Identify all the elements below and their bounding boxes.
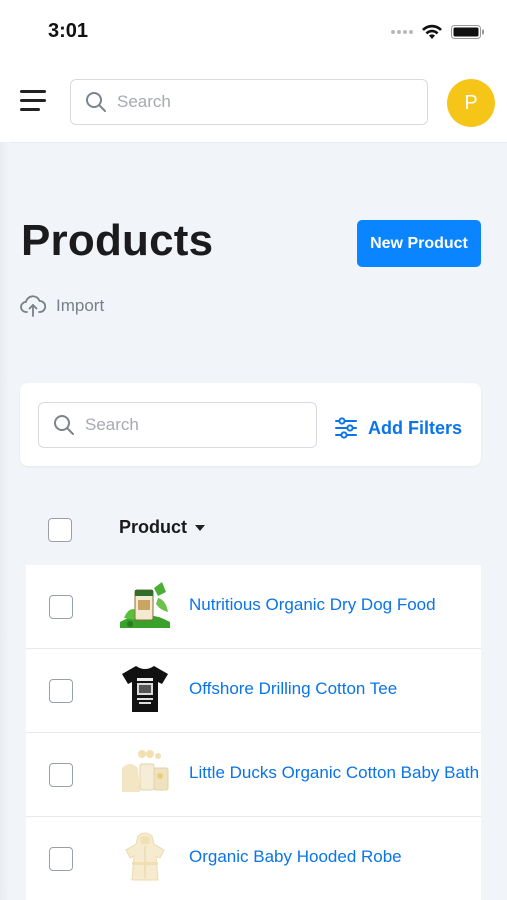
table-row[interactable]: Organic Baby Hooded Robe	[26, 817, 481, 900]
dog-food-icon	[120, 582, 170, 628]
app-header: P	[0, 62, 507, 142]
status-indicators	[391, 24, 485, 40]
product-column-label: Product	[119, 517, 188, 537]
row-checkbox[interactable]	[49, 763, 73, 787]
search-icon	[54, 415, 74, 435]
filter-card: Add Filters	[20, 383, 481, 466]
filter-sliders-icon	[335, 417, 357, 439]
product-list: Nutritious Organic Dry Dog Food Offshore…	[26, 565, 481, 900]
sort-caret-icon	[195, 524, 206, 531]
cloud-upload-icon	[20, 295, 46, 317]
row-checkbox[interactable]	[49, 679, 73, 703]
row-checkbox[interactable]	[49, 595, 73, 619]
table-header: Product	[20, 505, 481, 555]
product-link[interactable]: Organic Baby Hooded Robe	[189, 847, 402, 867]
search-icon	[86, 92, 106, 112]
product-search-input[interactable]	[85, 415, 305, 435]
import-label: Import	[56, 296, 105, 315]
import-link[interactable]: Import	[20, 292, 104, 320]
tshirt-icon	[122, 666, 168, 712]
global-search[interactable]	[70, 79, 428, 125]
product-link[interactable]: Nutritious Organic Dry Dog Food	[189, 595, 436, 615]
avatar[interactable]: P	[447, 79, 495, 127]
product-link[interactable]: Offshore Drilling Cotton Tee	[189, 679, 397, 699]
menu-icon[interactable]	[20, 90, 48, 112]
table-row[interactable]: Nutritious Organic Dry Dog Food	[26, 565, 481, 649]
product-link[interactable]: Little Ducks Organic Cotton Baby Bath Se…	[189, 763, 481, 783]
table-row[interactable]: Offshore Drilling Cotton Tee	[26, 649, 481, 733]
new-product-button[interactable]: New Product	[357, 220, 481, 267]
table-row[interactable]: Little Ducks Organic Cotton Baby Bath Se…	[26, 733, 481, 817]
avatar-initial: P	[464, 91, 478, 114]
status-time: 3:01	[48, 20, 89, 42]
page-title: Products	[21, 216, 214, 265]
row-checkbox[interactable]	[49, 847, 73, 871]
cellular-signal-icon	[391, 30, 413, 34]
baby-robe-icon	[125, 832, 165, 881]
drawer-edge	[0, 142, 10, 900]
baby-bath-set-icon	[122, 750, 169, 792]
add-filters-button[interactable]: Add Filters	[334, 415, 462, 441]
select-all-checkbox[interactable]	[48, 518, 72, 542]
global-search-input[interactable]	[117, 92, 397, 112]
product-column-header[interactable]: Product	[119, 517, 206, 538]
product-search[interactable]	[38, 402, 317, 448]
status-bar: 3:01	[0, 0, 507, 62]
battery-icon	[451, 25, 484, 39]
wifi-icon	[422, 24, 442, 39]
add-filters-label: Add Filters	[368, 417, 463, 438]
